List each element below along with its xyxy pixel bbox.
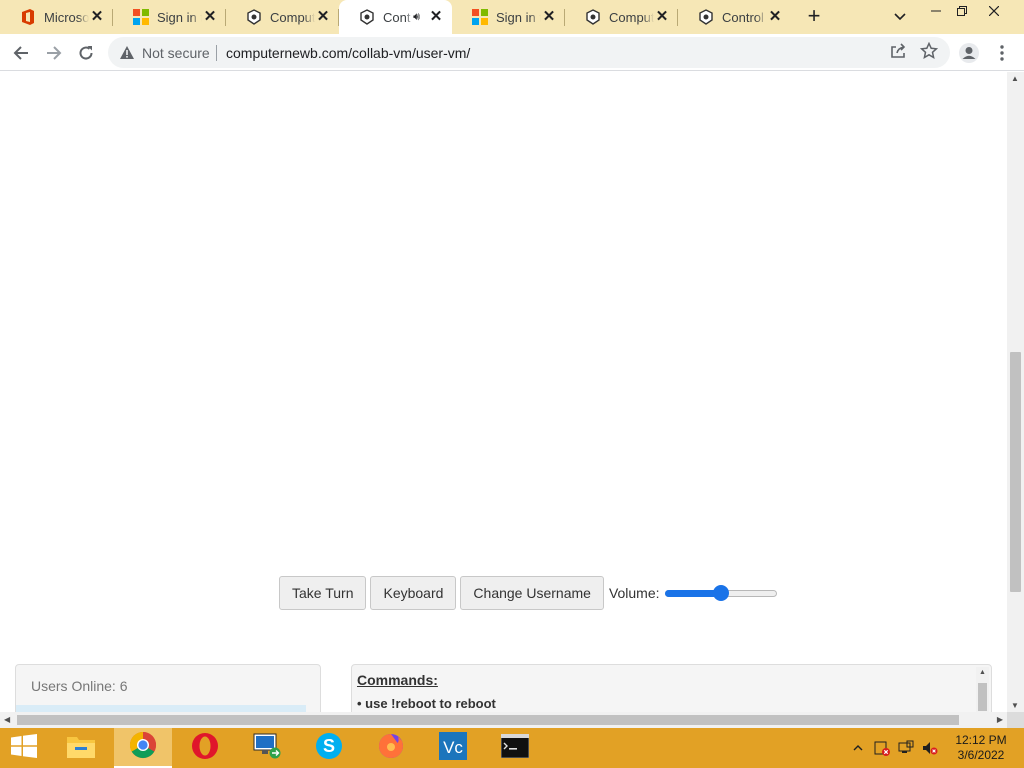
commands-title: Commands:	[357, 672, 438, 688]
tab-title: Control C	[722, 9, 767, 25]
taskbar-firefox[interactable]	[362, 728, 420, 768]
security-alert-icon[interactable]	[874, 740, 890, 756]
computernewb-icon	[246, 9, 262, 25]
tab-2[interactable]: Sign in to ✕	[113, 0, 226, 34]
scroll-up-arrow-icon[interactable]: ▲	[1011, 74, 1019, 83]
clock-time: 12:12 PM	[955, 733, 1007, 747]
reload-icon[interactable]	[72, 39, 100, 67]
taskbar-vmware[interactable]: Vc	[424, 728, 482, 768]
windows-taskbar: S Vc 12:12 PM 3/6/2022	[0, 728, 1024, 768]
network-icon[interactable]	[898, 740, 914, 756]
tab-title: Sign in to	[496, 9, 541, 25]
scroll-right-arrow-icon[interactable]: ▶	[997, 715, 1003, 724]
tab-3[interactable]: Compute ✕	[226, 0, 339, 34]
share-icon[interactable]	[890, 43, 906, 64]
office-icon	[20, 9, 36, 25]
slider-thumb[interactable]	[712, 585, 729, 601]
start-button[interactable]	[0, 728, 48, 768]
taskbar-skype[interactable]: S	[300, 728, 358, 768]
tab-title: Sign in to	[157, 9, 202, 25]
cmd-icon	[500, 733, 530, 763]
bookmark-star-icon[interactable]	[919, 41, 939, 65]
scroll-down-arrow-icon[interactable]: ▼	[1011, 701, 1019, 710]
tab-title: Compute	[609, 9, 654, 25]
skype-icon: S	[315, 732, 343, 765]
page-viewport: Take Turn Keyboard Change Username Volum…	[0, 72, 1024, 728]
microsoft-icon	[133, 9, 149, 25]
close-tab-icon[interactable]: ✕	[315, 9, 331, 25]
file-explorer-icon	[66, 733, 96, 764]
remote-desktop-icon	[252, 732, 282, 765]
tab-4-active[interactable]: Cont 🔊︎ ✕	[339, 0, 452, 34]
vm-controls: Take Turn Keyboard Change Username Volum…	[279, 576, 777, 610]
restore-icon[interactable]	[946, 0, 978, 22]
security-label[interactable]: Not secure	[142, 45, 210, 61]
taskbar-opera[interactable]	[176, 728, 234, 768]
page-vertical-scrollbar[interactable]: ▲ ▼	[1007, 72, 1024, 712]
volume-slider[interactable]	[664, 585, 777, 601]
command-item: • use !reboot to reboot	[357, 696, 496, 711]
url-text[interactable]: computernewb.com/collab-vm/user-vm/	[226, 45, 470, 61]
svg-text:Vc: Vc	[443, 738, 463, 757]
warning-triangle-icon[interactable]	[119, 45, 135, 65]
tab-search-chevron-icon[interactable]	[884, 6, 916, 28]
audio-playing-icon[interactable]: 🔊︎	[413, 11, 420, 24]
address-bar[interactable]: Not secure computernewb.com/collab-vm/us…	[108, 37, 950, 68]
close-tab-icon[interactable]: ✕	[541, 9, 557, 25]
commands-scrollbar[interactable]: ▲	[976, 667, 989, 713]
new-tab-button[interactable]: +	[797, 0, 831, 34]
computernewb-icon	[359, 9, 375, 25]
firefox-icon	[377, 732, 405, 765]
forward-arrow-icon[interactable]	[40, 39, 68, 67]
take-turn-button[interactable]: Take Turn	[279, 576, 367, 610]
computernewb-icon	[698, 9, 714, 25]
vmware-icon: Vc	[438, 731, 468, 766]
taskbar-command-prompt[interactable]	[486, 728, 544, 768]
close-tab-icon[interactable]: ✕	[202, 9, 218, 25]
tab-5[interactable]: Sign in to ✕	[452, 0, 565, 34]
scrollbar-thumb[interactable]	[1010, 352, 1021, 592]
scrollbar-thumb[interactable]	[17, 715, 959, 725]
tab-title: Microsoft	[44, 9, 89, 25]
browser-toolbar: Not secure computernewb.com/collab-vm/us…	[0, 34, 1024, 71]
close-window-icon[interactable]	[978, 0, 1010, 22]
tab-title: Compute	[270, 9, 315, 25]
users-online-panel: Users Online: 6	[15, 664, 321, 717]
clock-date: 3/6/2022	[957, 748, 1005, 762]
scroll-left-arrow-icon[interactable]: ◀	[4, 715, 10, 724]
svg-text:S: S	[323, 736, 335, 756]
tab-1[interactable]: Microsoft ✕	[0, 0, 113, 34]
volume-label: Volume:	[608, 585, 660, 601]
opera-icon	[191, 732, 219, 765]
commands-panel: Commands: • use !reboot to reboot ▲	[351, 664, 992, 714]
close-tab-icon[interactable]: ✕	[654, 9, 670, 25]
microsoft-icon	[472, 9, 488, 25]
tab-7[interactable]: Control C ✕	[678, 0, 791, 34]
chrome-icon	[129, 731, 157, 764]
profile-avatar-icon[interactable]	[955, 39, 983, 67]
keyboard-button[interactable]: Keyboard	[370, 576, 457, 610]
tab-strip: Microsoft ✕ Sign in to ✕ Compute ✕ Cont …	[0, 0, 1024, 34]
show-hidden-icons-chevron-icon[interactable]	[850, 740, 866, 756]
taskbar-file-explorer[interactable]	[52, 728, 110, 768]
page-horizontal-scrollbar[interactable]: ◀ ▶	[0, 712, 1007, 728]
close-tab-icon[interactable]: ✕	[767, 9, 783, 25]
scrollbar-thumb[interactable]	[978, 683, 987, 711]
change-username-button[interactable]: Change Username	[460, 576, 604, 610]
taskbar-remote-desktop[interactable]	[238, 728, 296, 768]
windows-logo-icon	[11, 733, 37, 763]
scroll-up-arrow-icon[interactable]: ▲	[979, 669, 986, 676]
close-tab-icon[interactable]: ✕	[89, 9, 105, 25]
users-online-title: Users Online: 6	[31, 678, 128, 694]
tab-6[interactable]: Compute ✕	[565, 0, 678, 34]
back-arrow-icon[interactable]	[7, 39, 35, 67]
computernewb-icon	[585, 9, 601, 25]
volume-muted-icon[interactable]	[922, 740, 938, 756]
tab-title: Cont	[383, 9, 411, 25]
system-clock[interactable]: 12:12 PM 3/6/2022	[946, 733, 1016, 763]
close-tab-icon[interactable]: ✕	[428, 9, 444, 25]
taskbar-chrome[interactable]	[114, 728, 172, 768]
menu-kebab-icon[interactable]	[988, 39, 1016, 67]
